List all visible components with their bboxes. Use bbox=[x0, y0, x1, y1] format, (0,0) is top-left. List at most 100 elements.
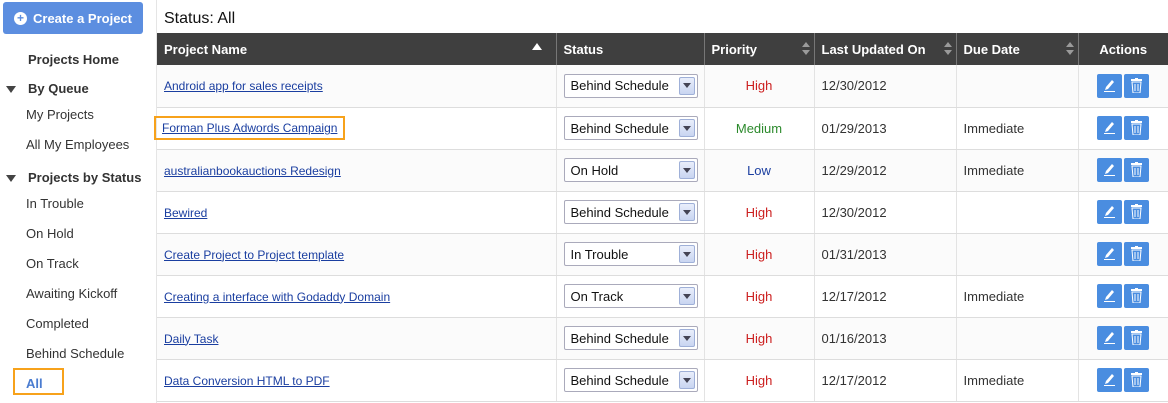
create-project-button[interactable]: + Create a Project bbox=[3, 2, 143, 34]
priority-label: High bbox=[745, 372, 773, 388]
delete-button[interactable] bbox=[1124, 116, 1150, 140]
projects-by-status-heading[interactable]: Projects by Status bbox=[28, 170, 141, 185]
sidebar-item-on-hold[interactable]: On Hold bbox=[26, 226, 74, 241]
trash-icon bbox=[1131, 246, 1143, 261]
column-header-actions: Actions bbox=[1078, 33, 1168, 65]
status-select[interactable]: On Track bbox=[563, 284, 698, 308]
status-select[interactable]: Behind Schedule bbox=[563, 326, 698, 350]
project-link[interactable]: Create Project to Project template bbox=[164, 248, 344, 262]
delete-button[interactable] bbox=[1124, 368, 1150, 392]
delete-button[interactable] bbox=[1124, 73, 1150, 98]
sidebar-item-awaiting-kickoff[interactable]: Awaiting Kickoff bbox=[26, 286, 117, 301]
cell-last-updated: 01/31/2013 bbox=[814, 233, 957, 276]
project-link[interactable]: Android app for sales receipts bbox=[164, 79, 323, 93]
cell-last-updated: 12/30/2012 bbox=[814, 65, 957, 108]
last-updated-value: 01/29/2013 bbox=[821, 120, 887, 136]
cell-priority: High bbox=[704, 275, 815, 318]
column-header-status[interactable]: Status bbox=[556, 33, 705, 65]
project-link[interactable]: australianbookauctions Redesign bbox=[164, 164, 341, 178]
column-header-project-name[interactable]: Project Name bbox=[157, 33, 557, 65]
edit-button[interactable] bbox=[1097, 284, 1123, 308]
by-queue-heading[interactable]: By Queue bbox=[28, 81, 89, 96]
delete-button[interactable] bbox=[1124, 284, 1150, 308]
dropdown-arrow-icon[interactable] bbox=[678, 371, 695, 389]
status-select-value: On Hold bbox=[570, 162, 619, 178]
edit-button[interactable] bbox=[1097, 116, 1123, 140]
last-updated-value: 12/29/2012 bbox=[821, 162, 887, 178]
trash-icon bbox=[1131, 372, 1143, 387]
table-row: Creating a interface with Godaddy Domain… bbox=[157, 275, 1168, 318]
project-link[interactable]: Forman Plus Adwords Campaign bbox=[154, 116, 346, 140]
status-select[interactable]: Behind Schedule bbox=[563, 116, 698, 140]
edit-button[interactable] bbox=[1097, 73, 1123, 98]
status-select-value: On Track bbox=[570, 288, 624, 304]
sort-ascending-icon bbox=[531, 43, 542, 50]
project-link[interactable]: Creating a interface with Godaddy Domain bbox=[164, 290, 390, 304]
sidebar-item-completed[interactable]: Completed bbox=[26, 316, 89, 331]
delete-button[interactable] bbox=[1124, 200, 1150, 224]
cell-priority: High bbox=[704, 233, 815, 276]
dropdown-arrow-icon[interactable] bbox=[678, 119, 695, 137]
priority-label: High bbox=[745, 330, 773, 346]
edit-button[interactable] bbox=[1097, 158, 1123, 182]
sidebar-item-my-projects[interactable]: My Projects bbox=[26, 107, 94, 122]
project-link[interactable]: Daily Task bbox=[164, 332, 218, 346]
sidebar: + Create a Project Projects Home By Queu… bbox=[0, 0, 157, 403]
cell-due-date: Immediate bbox=[956, 107, 1079, 150]
delete-button[interactable] bbox=[1124, 158, 1150, 182]
sidebar-item-all-my-employees[interactable]: All My Employees bbox=[26, 137, 129, 152]
status-select[interactable]: Behind Schedule bbox=[563, 200, 698, 224]
cell-project-name: Android app for sales receipts bbox=[157, 65, 557, 108]
table-header-row: Project Name Status Priority Last Update… bbox=[157, 33, 1168, 65]
status-select[interactable]: Behind Schedule bbox=[563, 368, 698, 392]
pencil-icon bbox=[1104, 332, 1116, 344]
sidebar-item-in-trouble[interactable]: In Trouble bbox=[26, 196, 84, 211]
column-header-due-date[interactable]: Due Date bbox=[956, 33, 1079, 65]
status-select[interactable]: On Hold bbox=[563, 158, 698, 182]
cell-due-date: Immediate bbox=[956, 149, 1079, 192]
edit-button[interactable] bbox=[1097, 242, 1123, 266]
pencil-icon bbox=[1104, 79, 1116, 92]
sidebar-item-on-track[interactable]: On Track bbox=[26, 256, 79, 271]
cell-priority: Medium bbox=[704, 107, 815, 150]
dropdown-arrow-icon[interactable] bbox=[678, 287, 695, 305]
sidebar-item-behind-schedule[interactable]: Behind Schedule bbox=[26, 346, 124, 361]
cell-project-name: australianbookauctions Redesign bbox=[157, 149, 557, 192]
cell-priority: High bbox=[704, 317, 815, 360]
cell-last-updated: 12/30/2012 bbox=[814, 191, 957, 234]
sidebar-item-all[interactable]: All bbox=[13, 368, 64, 395]
dropdown-arrow-icon[interactable] bbox=[678, 76, 695, 95]
edit-button[interactable] bbox=[1097, 326, 1123, 350]
trash-icon bbox=[1131, 204, 1143, 219]
column-header-last-updated[interactable]: Last Updated On bbox=[814, 33, 957, 65]
project-link[interactable]: Bewired bbox=[164, 206, 207, 220]
column-header-priority[interactable]: Priority bbox=[704, 33, 815, 65]
due-date-value: Immediate bbox=[963, 120, 1025, 136]
last-updated-value: 12/30/2012 bbox=[821, 204, 887, 220]
due-date-value: Immediate bbox=[963, 162, 1025, 178]
caret-down-icon[interactable] bbox=[6, 175, 16, 182]
cell-actions bbox=[1078, 275, 1168, 318]
table-row: Daily Task Behind Schedule High 01/16/2013 bbox=[157, 317, 1168, 360]
project-link[interactable]: Data Conversion HTML to PDF bbox=[164, 374, 330, 388]
trash-icon bbox=[1131, 330, 1143, 345]
delete-button[interactable] bbox=[1124, 242, 1150, 266]
dropdown-arrow-icon[interactable] bbox=[678, 161, 695, 179]
edit-button[interactable] bbox=[1097, 368, 1123, 392]
dropdown-arrow-icon[interactable] bbox=[678, 329, 695, 347]
cell-status: Behind Schedule bbox=[556, 65, 705, 108]
caret-down-icon[interactable] bbox=[6, 86, 16, 93]
status-select[interactable]: Behind Schedule bbox=[563, 73, 698, 98]
dropdown-arrow-icon[interactable] bbox=[678, 245, 695, 263]
dropdown-arrow-icon[interactable] bbox=[678, 203, 695, 221]
delete-button[interactable] bbox=[1124, 326, 1150, 350]
last-updated-value: 12/30/2012 bbox=[821, 78, 887, 94]
projects-home-link[interactable]: Projects Home bbox=[28, 52, 119, 67]
projects-table: Project Name Status Priority Last Update… bbox=[154, 33, 1168, 402]
edit-button[interactable] bbox=[1097, 200, 1123, 224]
priority-label: High bbox=[745, 288, 773, 304]
cell-due-date: Immediate bbox=[956, 275, 1079, 318]
status-select[interactable]: In Trouble bbox=[563, 242, 698, 266]
due-date-value: Immediate bbox=[963, 288, 1025, 304]
status-select-value: In Trouble bbox=[570, 246, 629, 262]
